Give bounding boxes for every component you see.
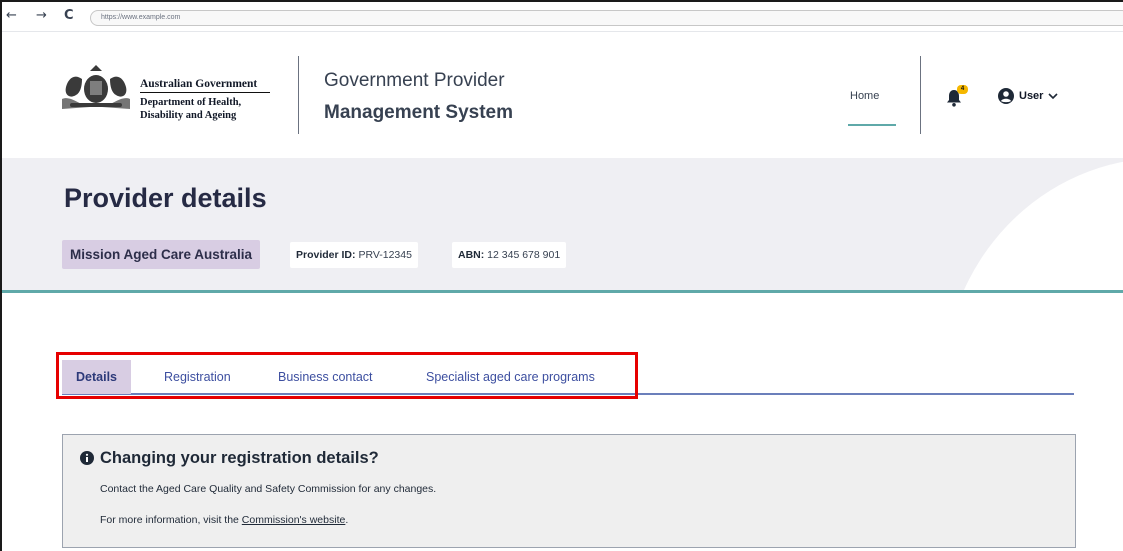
header-divider-right: [920, 56, 921, 134]
hero-decorative-curve: [943, 158, 1123, 292]
commission-website-link[interactable]: Commission's website: [242, 514, 346, 526]
browser-toolbar: ← → C https://www.example.com: [2, 2, 1123, 32]
user-circle-icon: [998, 88, 1014, 104]
address-bar[interactable]: https://www.example.com: [90, 10, 1123, 26]
hero-band: [2, 158, 1123, 292]
provider-name-badge: Mission Aged Care Australia: [62, 240, 261, 269]
notice-more-prefix: For more information, visit the: [100, 514, 242, 526]
provider-id-value: PRV-12345: [358, 249, 412, 261]
info-icon: [80, 451, 94, 465]
provider-id-badge: Provider ID: PRV-12345: [290, 242, 418, 268]
abn-label: ABN:: [458, 249, 485, 261]
user-label: User: [1019, 90, 1044, 102]
hero-accent-line: [2, 290, 1123, 293]
crest-logo: [62, 65, 130, 109]
abn-value: 12 345 678 901: [487, 249, 561, 261]
reload-icon[interactable]: C: [64, 8, 74, 23]
app-header: Australian Government Department of Heal…: [2, 36, 1123, 158]
notification-badge: 4: [957, 85, 968, 94]
user-menu[interactable]: User: [998, 88, 1059, 104]
tabs-highlight-box: [56, 352, 638, 399]
system-title: Government Provider: [324, 70, 505, 91]
notice-title: Changing your registration details?: [100, 449, 379, 467]
header-divider: [298, 56, 299, 134]
nav-active-indicator: [848, 124, 896, 126]
nav-home-link[interactable]: Home: [850, 90, 879, 102]
gov-title: Australian Government: [140, 78, 270, 93]
abn-badge: ABN: 12 345 678 901: [452, 242, 567, 268]
notice-body: Contact the Aged Care Quality and Safety…: [100, 483, 437, 495]
system-subtitle: Management System: [324, 102, 514, 123]
government-branding: Australian Government Department of Heal…: [140, 78, 270, 122]
notice-more-info: For more information, visit the Commissi…: [100, 514, 348, 526]
back-arrow-icon[interactable]: ←: [6, 8, 17, 23]
provider-id-label: Provider ID:: [296, 249, 356, 261]
gov-department: Department of Health, Disability and Age…: [140, 97, 242, 121]
page-title: Provider details: [64, 183, 267, 213]
chevron-down-icon: [1048, 93, 1059, 100]
notice-more-suffix: .: [345, 514, 349, 526]
forward-arrow-icon[interactable]: →: [36, 8, 47, 23]
